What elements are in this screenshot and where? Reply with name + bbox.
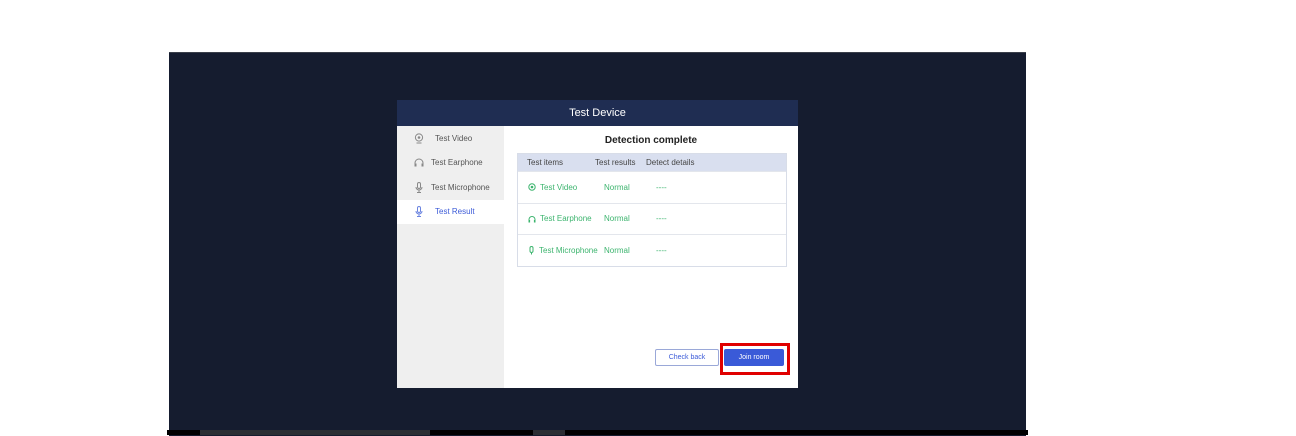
sidebar-item-label: Test Earphone [431,158,483,168]
row-item: Test Earphone [540,214,592,224]
detection-title: Detection complete [604,135,698,146]
result-table: Test items Test results Detect details T… [517,153,787,267]
row-result: Normal [604,214,630,224]
row-details: ---- [656,245,667,255]
toolbar-segment [533,430,565,435]
sidebar-item-test-earphone[interactable]: Test Earphone [397,151,504,176]
microphone-icon [411,181,427,193]
microphone-icon [411,206,427,218]
column-header: Test results [595,158,636,167]
toolbar-segment [200,430,430,435]
test-sidebar: Test Video Test Earphone Test Microphone… [397,126,504,388]
row-result: Normal [604,182,630,192]
table-header: Test items Test results Detect details [518,154,786,171]
highlight-box [720,343,790,375]
check-back-button[interactable]: Check back [655,349,719,366]
sidebar-item-test-video[interactable]: Test Video [397,126,504,151]
microphone-icon [528,245,535,255]
dialog-title: Test Device [397,100,798,126]
headphones-icon [411,158,427,167]
camera-icon [411,133,427,144]
row-item: Test Microphone [539,245,598,255]
headphones-icon [528,215,536,223]
camera-icon [528,183,536,192]
row-item: Test Video [540,182,578,192]
sidebar-item-label: Test Video [435,133,473,143]
column-header: Detect details [646,158,695,167]
row-details: ---- [656,214,667,224]
row-details: ---- [656,182,667,192]
sidebar-item-test-result[interactable]: Test Result [397,199,504,224]
column-header: Test items [527,158,564,167]
table-row: Test Microphone Normal ---- [518,234,786,266]
row-result: Normal [604,245,630,255]
sidebar-item-test-microphone[interactable]: Test Microphone [397,175,504,200]
sidebar-item-label: Test Microphone [431,182,490,192]
table-row: Test Video Normal ---- [518,171,786,203]
table-row: Test Earphone Normal ---- [518,202,786,235]
sidebar-item-label: Test Result [435,207,475,217]
